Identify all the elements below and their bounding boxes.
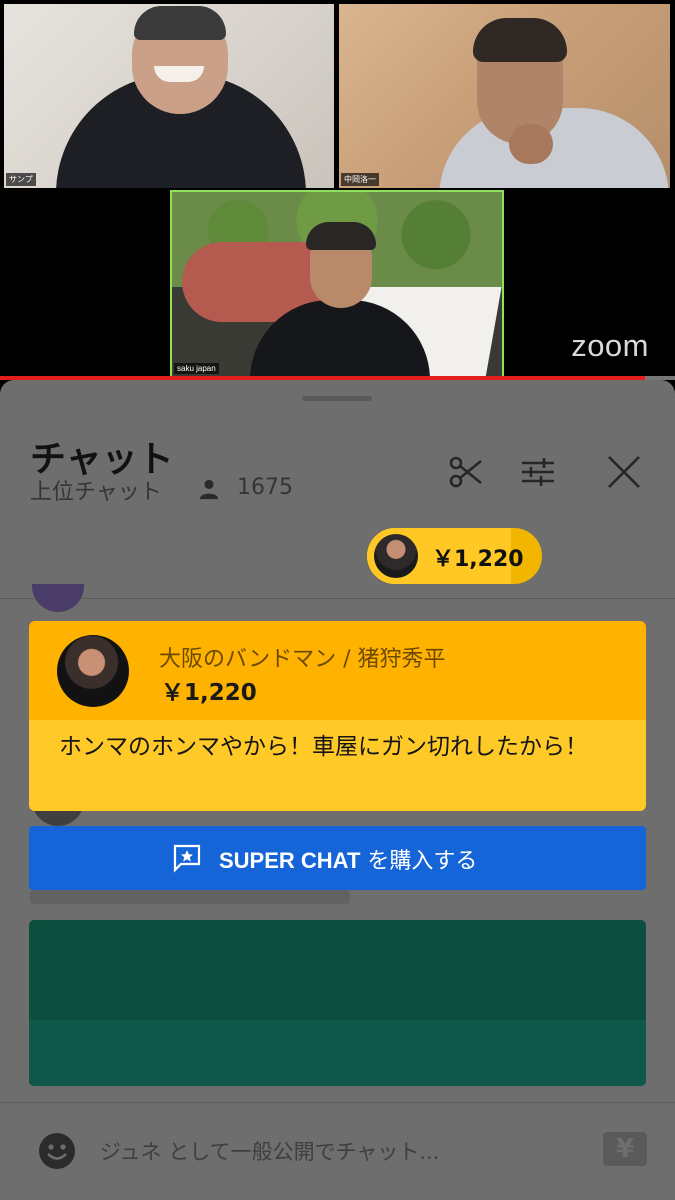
super-chat-avatar bbox=[57, 635, 129, 707]
ticker-avatar bbox=[374, 534, 418, 578]
buy-label-rest: を購入する bbox=[360, 849, 478, 874]
super-chat-message[interactable]: 大阪のバンドマン / 猪狩秀平 ￥1,220 ホンマのホンマやから！車屋にガン切… bbox=[29, 621, 646, 811]
participant-3-hair bbox=[306, 222, 376, 250]
buy-super-chat-button[interactable]: SUPER CHAT を購入する bbox=[29, 826, 646, 890]
participant-tile-1: サンプ bbox=[4, 4, 334, 188]
viewer-count: 1675 bbox=[237, 475, 293, 500]
super-chat-icon bbox=[173, 844, 201, 873]
footer-divider bbox=[0, 1102, 675, 1103]
chat-input[interactable] bbox=[100, 1136, 580, 1168]
super-chat-text: ホンマのホンマやから！車屋にガン切れしたから！ bbox=[59, 734, 588, 760]
buy-super-chat-label: SUPER CHAT を購入する bbox=[219, 843, 477, 875]
super-chat-header: 大阪のバンドマン / 猪狩秀平 ￥1,220 bbox=[29, 621, 646, 720]
chat-mode-selector[interactable]: 上位チャット bbox=[30, 474, 162, 506]
header-divider bbox=[0, 598, 675, 599]
participant-1-hair bbox=[134, 6, 226, 40]
faded-chat-line bbox=[30, 890, 350, 904]
drag-handle[interactable] bbox=[302, 396, 372, 401]
participant-name-tag: サンプ bbox=[6, 173, 36, 186]
super-chat-ticker[interactable]: ￥1,220 bbox=[367, 528, 542, 584]
scissors-icon[interactable] bbox=[446, 452, 486, 492]
super-chat-author: 大阪のバンドマン / 猪狩秀平 bbox=[159, 647, 446, 672]
super-chat-amount: ￥1,220 bbox=[161, 680, 257, 706]
participant-tile-3-active-speaker: saku japan bbox=[170, 190, 504, 378]
participant-name-tag: saku japan bbox=[174, 363, 219, 374]
buy-label-bold: SUPER CHAT bbox=[219, 848, 361, 873]
participant-name-tag: 中岡洛一 bbox=[341, 173, 379, 186]
participant-tile-2: 中岡洛一 bbox=[339, 4, 670, 188]
participant-2-hair bbox=[473, 18, 567, 62]
participant-2-hand bbox=[509, 124, 553, 164]
person-icon bbox=[199, 479, 219, 500]
close-icon[interactable] bbox=[604, 452, 644, 492]
chat-avatar bbox=[32, 584, 84, 612]
zoom-logo: zoom bbox=[571, 328, 649, 363]
yen-icon[interactable]: ¥ bbox=[603, 1132, 647, 1166]
super-chat-body: ホンマのホンマやから！車屋にガン切れしたから！ bbox=[29, 720, 646, 811]
chat-panel: チャット 上位チャット 1675 ￥1,220 大阪のバンドマン / 猪狩秀平 … bbox=[0, 380, 675, 1200]
tune-icon[interactable] bbox=[518, 452, 558, 492]
membership-card bbox=[29, 920, 646, 1086]
video-player[interactable]: サンプ 中岡洛一 saku japan zoom bbox=[0, 0, 675, 378]
ticker-amount: ￥1,220 bbox=[432, 547, 524, 572]
membership-card-lower bbox=[29, 1020, 646, 1086]
emoji-icon[interactable] bbox=[38, 1132, 76, 1170]
